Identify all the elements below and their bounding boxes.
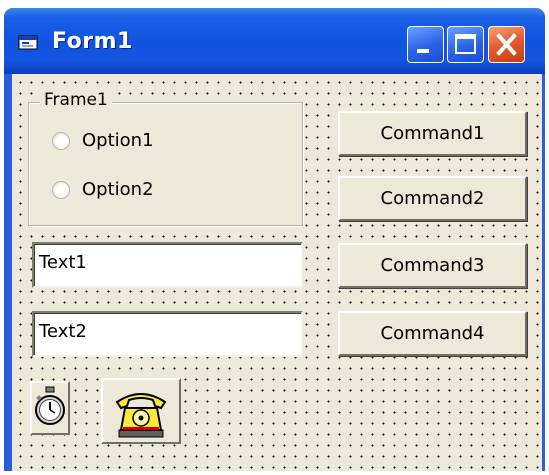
minimize-icon [417, 49, 429, 53]
command2-button[interactable]: Command2 [338, 176, 527, 221]
radio-button-icon [52, 181, 70, 199]
close-button[interactable] [488, 26, 525, 63]
radio-button-icon [52, 132, 70, 150]
minimize-button[interactable] [407, 26, 444, 63]
option-1-radio[interactable]: Option1 [52, 130, 212, 154]
text2-input[interactable]: Text2 [32, 311, 303, 357]
title-bar[interactable]: Form1 [4, 8, 545, 74]
form-icon [18, 35, 38, 50]
command4-button[interactable]: Command4 [338, 311, 527, 356]
option-1-label: Option1 [82, 130, 154, 151]
command1-button[interactable]: Command1 [338, 111, 527, 156]
close-icon [496, 33, 517, 56]
stopwatch-icon [35, 386, 65, 425]
option-2-radio[interactable]: Option2 [52, 179, 212, 203]
telephone-control[interactable] [101, 378, 181, 444]
frame-group [28, 102, 303, 226]
telephone-icon [115, 393, 167, 438]
window-title: Form1 [52, 29, 133, 54]
command3-button[interactable]: Command3 [338, 243, 527, 288]
text1-input[interactable]: Text1 [32, 242, 303, 288]
maximize-button[interactable] [447, 26, 484, 63]
option-2-label: Option2 [82, 179, 154, 200]
timer-control[interactable] [30, 381, 70, 435]
frame-label: Frame1 [40, 90, 112, 110]
form-window: Form1 [4, 8, 545, 471]
maximize-icon [455, 34, 476, 54]
